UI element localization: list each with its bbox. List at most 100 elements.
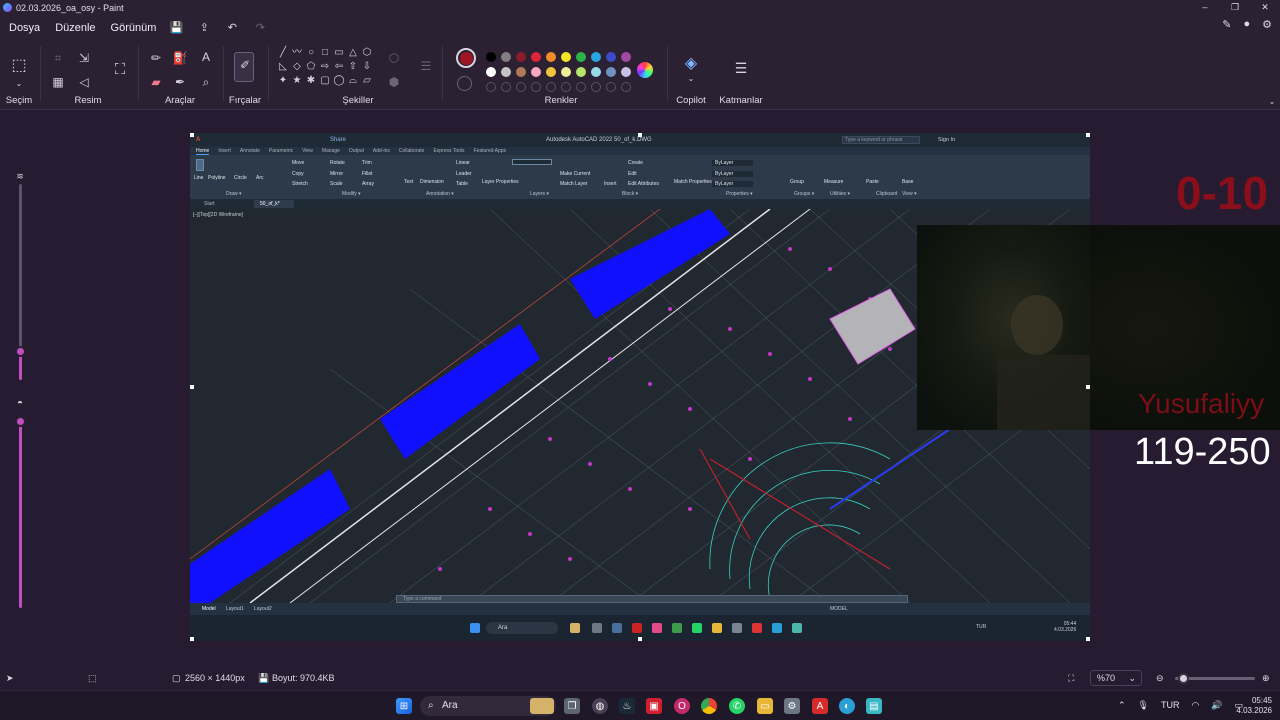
shape-tool-16[interactable]: ✱	[304, 74, 318, 88]
magnifier-icon[interactable]: ⌕	[198, 74, 214, 90]
modify-rotate[interactable]: Rotate	[330, 160, 345, 166]
share-icon[interactable]: ⇪	[190, 18, 218, 38]
opera-icon[interactable]: O	[674, 698, 690, 714]
settings-icon[interactable]: ⚙	[1262, 18, 1272, 31]
model-tab[interactable]: Model	[202, 606, 216, 612]
shape-tool-0[interactable]: ╱	[276, 46, 290, 60]
volume-icon[interactable]: 🔊	[1211, 700, 1222, 711]
custom-color-slot[interactable]	[606, 82, 616, 92]
view-label[interactable]: [–][Top][2D Wireframe]	[193, 212, 243, 218]
measure-button[interactable]: Measure	[824, 179, 843, 185]
fill-style-icon[interactable]: ⬢	[386, 74, 402, 90]
shape-tool-3[interactable]: □	[318, 46, 332, 60]
chevron-down-icon[interactable]: ⌄	[683, 71, 699, 87]
autocad-tab[interactable]: Parametric	[269, 148, 293, 154]
autocad-tab[interactable]: Home	[196, 148, 210, 155]
autocad-share[interactable]: Share	[330, 137, 346, 143]
fill-icon[interactable]: ⛽	[172, 50, 188, 66]
layer-make-current[interactable]: Make Current	[560, 171, 590, 177]
color-swatch[interactable]	[501, 52, 511, 62]
annotation-linear[interactable]: Linear	[456, 160, 470, 166]
color-swatch[interactable]	[606, 52, 616, 62]
custom-color-slot[interactable]	[486, 82, 496, 92]
widgets-icon[interactable]	[530, 698, 554, 714]
shape-tool-11[interactable]: ⇦	[332, 60, 346, 74]
base-button[interactable]: Base	[902, 179, 913, 185]
draw-polyline[interactable]: Polyline	[208, 175, 226, 181]
resize-handle[interactable]	[190, 385, 194, 389]
menu-file[interactable]: Dosya	[9, 22, 40, 34]
resize-handle[interactable]	[1086, 133, 1090, 137]
shape-tool-19[interactable]: ⌓	[346, 74, 360, 88]
shape-tool-13[interactable]: ⇩	[360, 60, 374, 74]
pencil-icon[interactable]: ✏	[148, 50, 164, 66]
tray-chevron-icon[interactable]: ⌃	[1118, 700, 1126, 711]
shape-tool-9[interactable]: ⬠	[304, 60, 318, 74]
menu-edit[interactable]: Düzenle	[55, 22, 95, 34]
shape-tool-17[interactable]: ▢	[318, 74, 332, 88]
custom-color-slot[interactable]	[576, 82, 586, 92]
flip-icon[interactable]: ▦	[50, 74, 66, 90]
color-swatch[interactable]	[486, 52, 496, 62]
layers-icon[interactable]: ☰	[733, 60, 749, 76]
start-icon[interactable]: ⊞	[396, 698, 412, 714]
slider-knob[interactable]	[15, 346, 26, 357]
wifi-icon[interactable]: ◠	[1191, 700, 1199, 711]
modify-move[interactable]: Move	[292, 160, 304, 166]
autocad-tab[interactable]: Insert	[218, 148, 231, 154]
autocad-ribbon-group-label[interactable]: Annotation ▾	[426, 191, 454, 197]
annotation-dimension[interactable]: Dimension	[420, 179, 444, 185]
color-swatch[interactable]	[531, 67, 541, 77]
modify-copy[interactable]: Copy	[292, 171, 304, 177]
minimize-button[interactable]: –	[1190, 0, 1220, 15]
draw-circle[interactable]: Circle	[234, 175, 247, 181]
background-remove-icon[interactable]: ⛶	[112, 62, 128, 78]
color-swatch[interactable]	[591, 67, 601, 77]
file-explorer-icon[interactable]: ▭	[757, 698, 773, 714]
shape-tool-18[interactable]: ◯	[332, 74, 346, 88]
model-status[interactable]: MODEL	[830, 606, 848, 612]
custom-color-slot[interactable]	[591, 82, 601, 92]
size-icon[interactable]: ☰	[418, 58, 434, 74]
start-tab[interactable]: Start	[204, 201, 215, 207]
autocad-tab[interactable]: View	[302, 148, 313, 154]
zoom-slider-knob[interactable]	[1178, 673, 1189, 684]
layer-dropdown[interactable]	[512, 159, 552, 165]
color-swatch[interactable]	[576, 52, 586, 62]
language-indicator[interactable]: TUR	[1161, 700, 1180, 711]
autocad-ribbon-group-label[interactable]: Layers ▾	[530, 191, 549, 197]
maximize-button[interactable]: ❐	[1220, 0, 1250, 15]
autocad-ribbon-group-label[interactable]: Draw ▾	[226, 191, 242, 197]
modify-stretch[interactable]: Stretch	[292, 181, 308, 187]
notepad-icon[interactable]: ▤	[866, 698, 882, 714]
color-swatch[interactable]	[561, 67, 571, 77]
zoom-in-icon[interactable]: ⊕	[1262, 673, 1270, 684]
autocad-icon[interactable]: A	[812, 698, 828, 714]
modify-scale[interactable]: Scale	[330, 181, 343, 187]
resize-handle[interactable]	[638, 133, 642, 137]
annotation-text[interactable]: Text	[404, 179, 413, 185]
custom-color-slot[interactable]	[516, 82, 526, 92]
menu-view[interactable]: Görünüm	[111, 22, 157, 34]
settings-app-icon[interactable]: ⚙	[784, 698, 800, 714]
copilot-icon[interactable]: ◈	[683, 56, 699, 72]
crop-icon[interactable]: ⌗	[50, 50, 66, 66]
ribbon-collapse-icon[interactable]: ⌄	[1264, 94, 1280, 110]
color-swatch[interactable]	[516, 52, 526, 62]
autocad-ribbon-group-label[interactable]: Clipboard	[876, 191, 897, 197]
block-edit[interactable]: Edit	[628, 171, 637, 177]
group-button[interactable]: Group	[790, 179, 804, 185]
color-bylayer[interactable]: ByLayer	[712, 160, 754, 166]
draw-line[interactable]: Line	[194, 175, 203, 181]
chrome-icon[interactable]	[701, 698, 717, 714]
edit-colors-icon[interactable]	[637, 62, 653, 78]
feedback-icon[interactable]: ✎	[1222, 18, 1231, 31]
primary-color[interactable]	[456, 48, 476, 68]
custom-color-slot[interactable]	[621, 82, 631, 92]
undo-icon[interactable]: ↶	[218, 18, 246, 38]
task-view-icon[interactable]: ❐	[564, 698, 580, 714]
steam-icon[interactable]: ♨	[619, 698, 635, 714]
app-icon-1[interactable]: ◍	[592, 698, 608, 714]
autocad-ribbon-group-label[interactable]: Groups ▾	[794, 191, 814, 197]
zoom-out-icon[interactable]: ⊖	[1156, 673, 1164, 684]
